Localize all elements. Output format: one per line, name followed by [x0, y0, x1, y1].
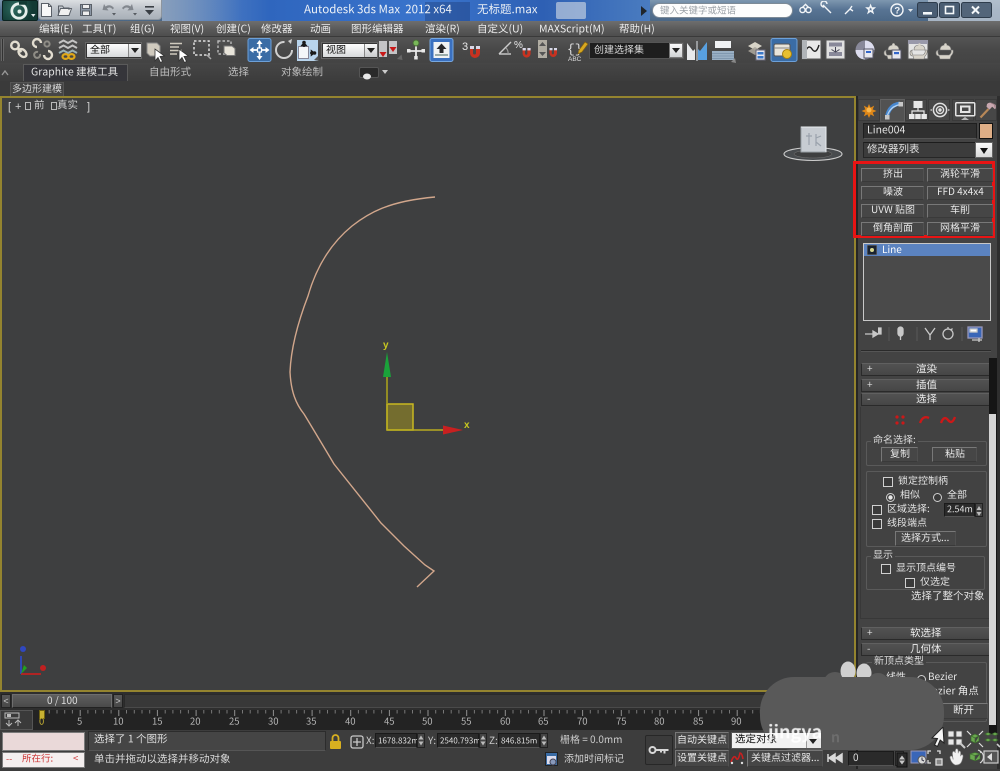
- svg-text:x: x: [464, 420, 470, 431]
- svg-text:3: 3: [462, 41, 468, 53]
- svg-text:%: %: [514, 40, 523, 51]
- svg-text:y: y: [383, 340, 389, 351]
- svg-text:ABC: ABC: [568, 56, 582, 63]
